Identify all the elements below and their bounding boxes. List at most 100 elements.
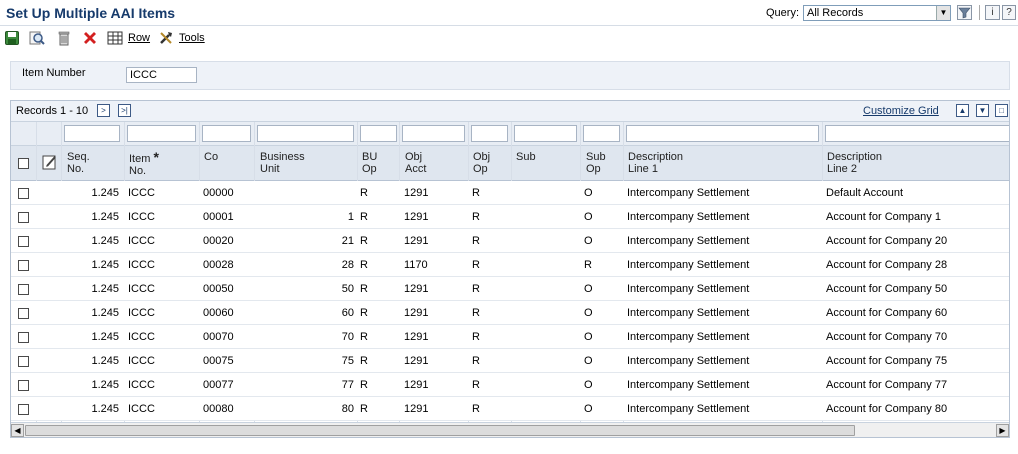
table-row[interactable]: 1.245 ICCC 00080 80 R 1291 R O Intercompany Sett… (11, 397, 1009, 421)
cell-obj[interactable]: 1291 (404, 403, 464, 415)
cell-bu[interactable]: 1 (258, 211, 354, 223)
table-row[interactable]: 1.245 ICCC 00060 60 R 1291 R O Intercompany Sett… (11, 301, 1009, 325)
cell-item[interactable]: ICCC (128, 259, 194, 271)
cell-objop[interactable]: R (472, 235, 508, 247)
cell-desc1[interactable]: Intercompany Settlement (627, 259, 819, 271)
chevron-down-icon[interactable]: ▼ (936, 6, 950, 20)
find-icon[interactable] (29, 30, 45, 46)
cell-item[interactable]: ICCC (128, 307, 194, 319)
next-page-icon[interactable]: > (97, 104, 110, 117)
cell-desc2[interactable]: Account for Company 1 (826, 211, 1009, 223)
item-number-field[interactable]: ICCC (126, 67, 197, 83)
col-header-subop[interactable]: Sub Op (586, 151, 606, 175)
cell-objop[interactable]: R (472, 379, 508, 391)
qbe-desc2-input[interactable] (825, 125, 1009, 142)
cell-subop[interactable]: O (584, 355, 620, 367)
cell-subop[interactable]: O (584, 331, 620, 343)
row-menu-button[interactable]: Row (128, 32, 150, 44)
select-all-checkbox[interactable] (18, 158, 29, 169)
row-select-checkbox[interactable] (18, 212, 29, 223)
cell-subop[interactable]: O (584, 235, 620, 247)
cell-subop[interactable]: O (584, 307, 620, 319)
cell-desc2[interactable]: Account for Company 50 (826, 283, 1009, 295)
cell-desc2[interactable]: Account for Company 20 (826, 235, 1009, 247)
cell-buop[interactable]: R (360, 379, 396, 391)
scroll-left-icon[interactable]: ◀ (11, 424, 24, 437)
tools-icon[interactable] (158, 30, 174, 46)
col-header-sub[interactable]: Sub (516, 151, 536, 163)
cell-desc1[interactable]: Intercompany Settlement (627, 187, 819, 199)
cell-objop[interactable]: R (472, 307, 508, 319)
cell-subop[interactable]: R (584, 259, 620, 271)
save-icon[interactable] (4, 30, 20, 46)
cell-seq[interactable]: 1.245 (67, 331, 119, 343)
cell-obj[interactable]: 1170 (404, 259, 464, 271)
cell-desc2[interactable]: Account for Company 77 (826, 379, 1009, 391)
cell-co[interactable]: 00000 (203, 187, 251, 199)
cell-obj[interactable]: 1291 (404, 355, 464, 367)
cell-seq[interactable]: 1.245 (67, 379, 119, 391)
cell-subop[interactable]: O (584, 211, 620, 223)
cell-seq[interactable]: 1.245 (67, 403, 119, 415)
qbe-item-input[interactable] (127, 125, 196, 142)
cell-bu[interactable]: 21 (258, 235, 354, 247)
cell-bu[interactable]: 77 (258, 379, 354, 391)
cell-buop[interactable]: R (360, 403, 396, 415)
table-row[interactable]: 1.245 ICCC 00050 50 R 1291 R O Intercompany Sett… (11, 277, 1009, 301)
cell-bu[interactable]: 75 (258, 355, 354, 367)
col-header-buop[interactable]: BU Op (362, 151, 377, 175)
cell-obj[interactable]: 1291 (404, 283, 464, 295)
qbe-bu-input[interactable] (257, 125, 354, 142)
cell-co[interactable]: 00080 (203, 403, 251, 415)
cell-desc2[interactable]: Account for Company 70 (826, 331, 1009, 343)
row-select-checkbox[interactable] (18, 260, 29, 271)
cell-co[interactable]: 00060 (203, 307, 251, 319)
cell-buop[interactable]: R (360, 259, 396, 271)
cell-bu[interactable]: 70 (258, 331, 354, 343)
cell-obj[interactable]: 1291 (404, 235, 464, 247)
qbe-desc1-input[interactable] (626, 125, 819, 142)
cell-bu[interactable]: 60 (258, 307, 354, 319)
cell-desc1[interactable]: Intercompany Settlement (627, 331, 819, 343)
table-row[interactable]: 1.245 ICCC 00075 75 R 1291 R O Intercompany Sett… (11, 349, 1009, 373)
table-row[interactable]: 1.245 ICCC 00028 28 R 1170 R R Intercompany Sett… (11, 253, 1009, 277)
col-header-obj[interactable]: Obj Acct (405, 151, 426, 175)
cell-desc1[interactable]: Intercompany Settlement (627, 211, 819, 223)
cell-co[interactable]: 00070 (203, 331, 251, 343)
qbe-co-input[interactable] (202, 125, 251, 142)
cell-objop[interactable]: R (472, 283, 508, 295)
cell-obj[interactable]: 1291 (404, 331, 464, 343)
qbe-seq-input[interactable] (64, 125, 120, 142)
row-select-checkbox[interactable] (18, 188, 29, 199)
row-select-checkbox[interactable] (18, 284, 29, 295)
cell-buop[interactable]: R (360, 307, 396, 319)
qbe-objop-input[interactable] (471, 125, 508, 142)
table-row[interactable]: 1.245 ICCC 00001 1 R 1291 R O Intercompany Settl… (11, 205, 1009, 229)
table-row[interactable]: 1.245 ICCC 00077 77 R 1291 R O Intercompany Sett… (11, 373, 1009, 397)
cell-desc1[interactable]: Intercompany Settlement (627, 355, 819, 367)
cell-item[interactable]: ICCC (128, 379, 194, 391)
cell-desc2[interactable]: Account for Company 75 (826, 355, 1009, 367)
cell-desc1[interactable]: Intercompany Settlement (627, 403, 819, 415)
cell-item[interactable]: ICCC (128, 331, 194, 343)
cell-co[interactable]: 00028 (203, 259, 251, 271)
cell-objop[interactable]: R (472, 355, 508, 367)
cell-buop[interactable]: R (360, 235, 396, 247)
row-select-checkbox[interactable] (18, 380, 29, 391)
cell-obj[interactable]: 1291 (404, 307, 464, 319)
grid-maximize-icon[interactable]: □ (995, 104, 1008, 117)
cell-desc1[interactable]: Intercompany Settlement (627, 283, 819, 295)
cell-subop[interactable]: O (584, 283, 620, 295)
cell-item[interactable]: ICCC (128, 211, 194, 223)
cell-desc1[interactable]: Intercompany Settlement (627, 379, 819, 391)
query-select[interactable]: All Records ▼ (803, 5, 951, 21)
cell-seq[interactable]: 1.245 (67, 259, 119, 271)
grid-export-icon[interactable]: ▲ (956, 104, 969, 117)
col-header-co[interactable]: Co (204, 151, 218, 163)
col-header-item[interactable]: Item * No. (129, 150, 159, 177)
cell-desc1[interactable]: Intercompany Settlement (627, 307, 819, 319)
cell-subop[interactable]: O (584, 403, 620, 415)
cell-objop[interactable]: R (472, 403, 508, 415)
table-row[interactable]: 1.245 ICCC 00020 21 R 1291 R O Intercompany Sett… (11, 229, 1009, 253)
delete-icon[interactable] (56, 30, 72, 46)
